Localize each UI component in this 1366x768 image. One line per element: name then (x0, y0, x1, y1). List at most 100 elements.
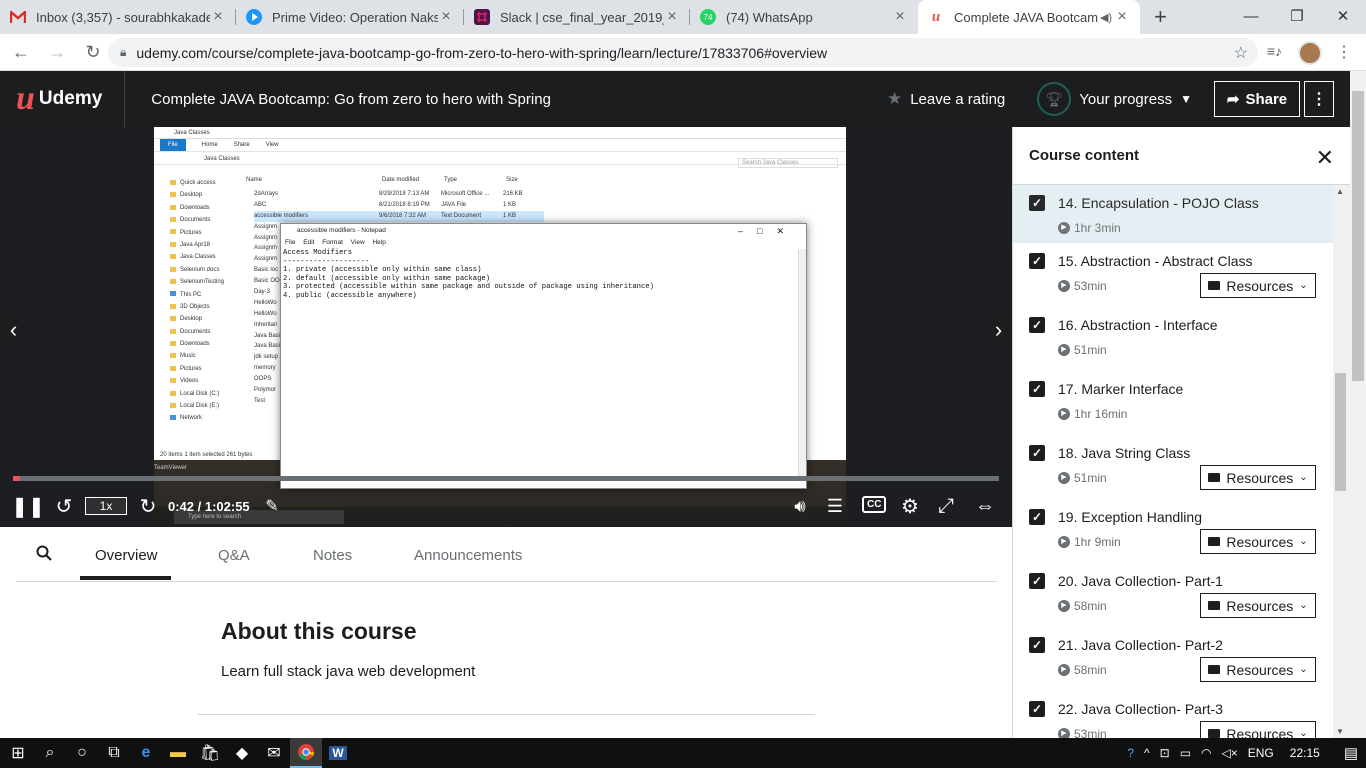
windows-start-icon[interactable]: ⊞ (2, 738, 34, 768)
more-options-button[interactable]: ⋮ (1304, 81, 1334, 117)
sidebar-scrollbar[interactable]: ▲ ▼ (1333, 185, 1350, 738)
divider (198, 714, 815, 715)
lecture-item[interactable]: ✓ 21. Java Collection- Part-2 ▶ 58min Resour… (1013, 627, 1333, 691)
video-progress-bar[interactable] (13, 476, 999, 481)
notifications-icon[interactable]: ▤ (1344, 744, 1358, 762)
completed-checkbox[interactable]: ✓ (1029, 445, 1045, 461)
pause-icon[interactable]: ❚❚ (11, 491, 45, 521)
lecture-item[interactable]: ✓ 16. Abstraction - Interface ▶ 51min (1013, 307, 1333, 371)
close-tab-icon[interactable]: × (210, 8, 226, 26)
completed-checkbox[interactable]: ✓ (1029, 381, 1045, 397)
completed-checkbox[interactable]: ✓ (1029, 573, 1045, 589)
resources-dropdown-button[interactable]: Resources ⌄ (1200, 465, 1316, 490)
resources-dropdown-button[interactable]: Resources ⌄ (1200, 657, 1316, 682)
completed-checkbox[interactable]: ✓ (1029, 509, 1045, 525)
tab-overview[interactable]: Overview (95, 547, 158, 564)
browser-tab-udemy[interactable]: u Complete JAVA Bootcamp ◀) × (918, 0, 1140, 34)
edge-icon[interactable]: e (130, 738, 162, 768)
page-scrollbar[interactable] (1350, 71, 1366, 738)
browser-tab-gmail[interactable]: Inbox (3,357) - sourabhkakade × (0, 0, 236, 34)
tab-qa[interactable]: Q&A (218, 547, 250, 564)
lecture-item[interactable]: ✓ 17. Marker Interface ▶ 1hr 16min (1013, 371, 1333, 435)
volume-icon[interactable]: 🔊︎ (788, 491, 812, 521)
forward-icon[interactable]: → (42, 42, 72, 63)
task-view-icon[interactable]: ⧉ (98, 738, 130, 768)
help-icon[interactable]: ? (1127, 746, 1134, 760)
search-icon[interactable] (36, 545, 52, 566)
volume-mute-icon[interactable]: ◁× (1222, 746, 1238, 760)
maximize-icon[interactable]: ❐ (1274, 0, 1320, 32)
close-tab-icon[interactable]: × (664, 8, 680, 26)
network-icon[interactable]: ⊡ (1160, 746, 1170, 760)
progress-dropdown[interactable]: 🏆︎ Your progress ▼ (1037, 82, 1192, 116)
address-bar[interactable]: 🔒︎ udemy.com/course/complete-java-bootca… (108, 38, 1258, 67)
store-icon[interactable]: 🛍︎ (194, 738, 226, 768)
battery-icon[interactable]: ▭ (1180, 746, 1191, 760)
share-button[interactable]: ➦ Share (1214, 81, 1300, 117)
playback-speed-button[interactable]: 1x (85, 497, 127, 515)
lecture-item[interactable]: ✓ 20. Java Collection- Part-1 ▶ 58min Resour… (1013, 563, 1333, 627)
lecture-item[interactable]: ✓ 19. Exception Handling ▶ 1hr 9min Resource… (1013, 499, 1333, 563)
tab-announcements[interactable]: Announcements (414, 547, 522, 564)
resources-dropdown-button[interactable]: Resources ⌄ (1200, 593, 1316, 618)
resources-dropdown-button[interactable]: Resources ⌄ (1200, 529, 1316, 554)
completed-checkbox[interactable]: ✓ (1029, 253, 1045, 269)
previous-lecture-button[interactable]: ‹ (0, 310, 27, 350)
bookmark-star-icon[interactable]: ☆ (1234, 43, 1248, 63)
cortana-icon[interactable]: ○ (66, 738, 98, 768)
close-tab-icon[interactable]: × (892, 8, 908, 26)
course-title[interactable]: Complete JAVA Bootcamp: Go from zero to … (151, 91, 551, 108)
completed-checkbox[interactable]: ✓ (1029, 701, 1045, 717)
reload-icon[interactable]: ↻ (78, 42, 108, 63)
media-control-icon[interactable]: ≡♪ (1267, 43, 1282, 59)
close-window-icon[interactable]: ✕ (1320, 0, 1366, 32)
word-icon[interactable]: W (322, 738, 354, 768)
settings-gear-icon[interactable]: ⚙ (898, 491, 922, 521)
bookmark-note-icon[interactable]: ✎ (262, 491, 282, 521)
chevron-down-icon: ⌄ (1299, 472, 1308, 483)
chrome-icon[interactable] (290, 738, 322, 768)
mail-icon[interactable]: ✉ (258, 738, 290, 768)
browser-tab-prime[interactable]: Prime Video: Operation Naksh × (236, 0, 464, 34)
chevron-up-icon[interactable]: ^ (1144, 746, 1150, 760)
completed-checkbox[interactable]: ✓ (1029, 195, 1045, 211)
close-tab-icon[interactable]: × (438, 8, 454, 26)
minimize-icon[interactable]: — (1228, 0, 1274, 32)
tab-notes[interactable]: Notes (313, 547, 352, 564)
browser-tab-slack[interactable]: Slack | cse_final_year_2019_20 | × (464, 0, 690, 34)
udemy-logo-icon: u (16, 80, 35, 117)
transcript-icon[interactable]: ☰ (824, 491, 846, 521)
close-icon[interactable]: ✕ (1316, 145, 1334, 171)
video-player[interactable]: Java Classes File Home Share View Java C… (0, 127, 1012, 527)
new-tab-button[interactable]: + (1140, 0, 1181, 34)
forward-icon[interactable]: ↻ (136, 491, 160, 521)
language-indicator[interactable]: ENG (1248, 746, 1274, 760)
captions-button[interactable]: CC (862, 496, 887, 513)
file-explorer-icon[interactable]: ▬ (162, 738, 194, 768)
speaker-icon[interactable]: ◀) (1098, 11, 1114, 24)
next-lecture-button[interactable]: › (985, 310, 1012, 350)
lecture-item[interactable]: ✓ 15. Abstraction - Abstract Class ▶ 53min R… (1013, 243, 1333, 307)
dropbox-icon[interactable]: ◆ (226, 738, 258, 768)
lecture-item[interactable]: ✓ 18. Java String Class ▶ 51min Resources ⌄ (1013, 435, 1333, 499)
clock[interactable]: 22:15 (1290, 746, 1320, 760)
wifi-icon[interactable]: ◠ (1201, 746, 1211, 760)
completed-checkbox[interactable]: ✓ (1029, 637, 1045, 653)
browser-menu-icon[interactable]: ⋮ (1336, 42, 1352, 62)
browser-tab-whatsapp[interactable]: 74 (74) WhatsApp × (690, 0, 918, 34)
completed-checkbox[interactable]: ✓ (1029, 317, 1045, 333)
resources-dropdown-button[interactable]: Resources ⌄ (1200, 273, 1316, 298)
expand-width-icon[interactable]: ⇔ (970, 491, 1000, 521)
leave-rating-button[interactable]: ★ Leave a rating (887, 89, 1005, 109)
search-icon[interactable]: ⌕ (34, 738, 66, 768)
udemy-logo[interactable]: u Udemy (16, 71, 126, 127)
lecture-item[interactable]: ✓ 14. Encapsulation - POJO Class ▶ 1hr 3min (1013, 185, 1333, 243)
rewind-icon[interactable]: ↺ (52, 491, 76, 521)
back-icon[interactable]: ← (6, 42, 36, 63)
close-tab-icon[interactable]: × (1114, 8, 1130, 26)
fullscreen-icon[interactable]: ⤢ (934, 491, 958, 521)
play-circle-icon: ▶ (1058, 664, 1070, 676)
whatsapp-icon: 74 (700, 9, 716, 25)
lecture-duration: ▶ 58min (1058, 663, 1107, 677)
avatar[interactable] (1298, 41, 1322, 65)
